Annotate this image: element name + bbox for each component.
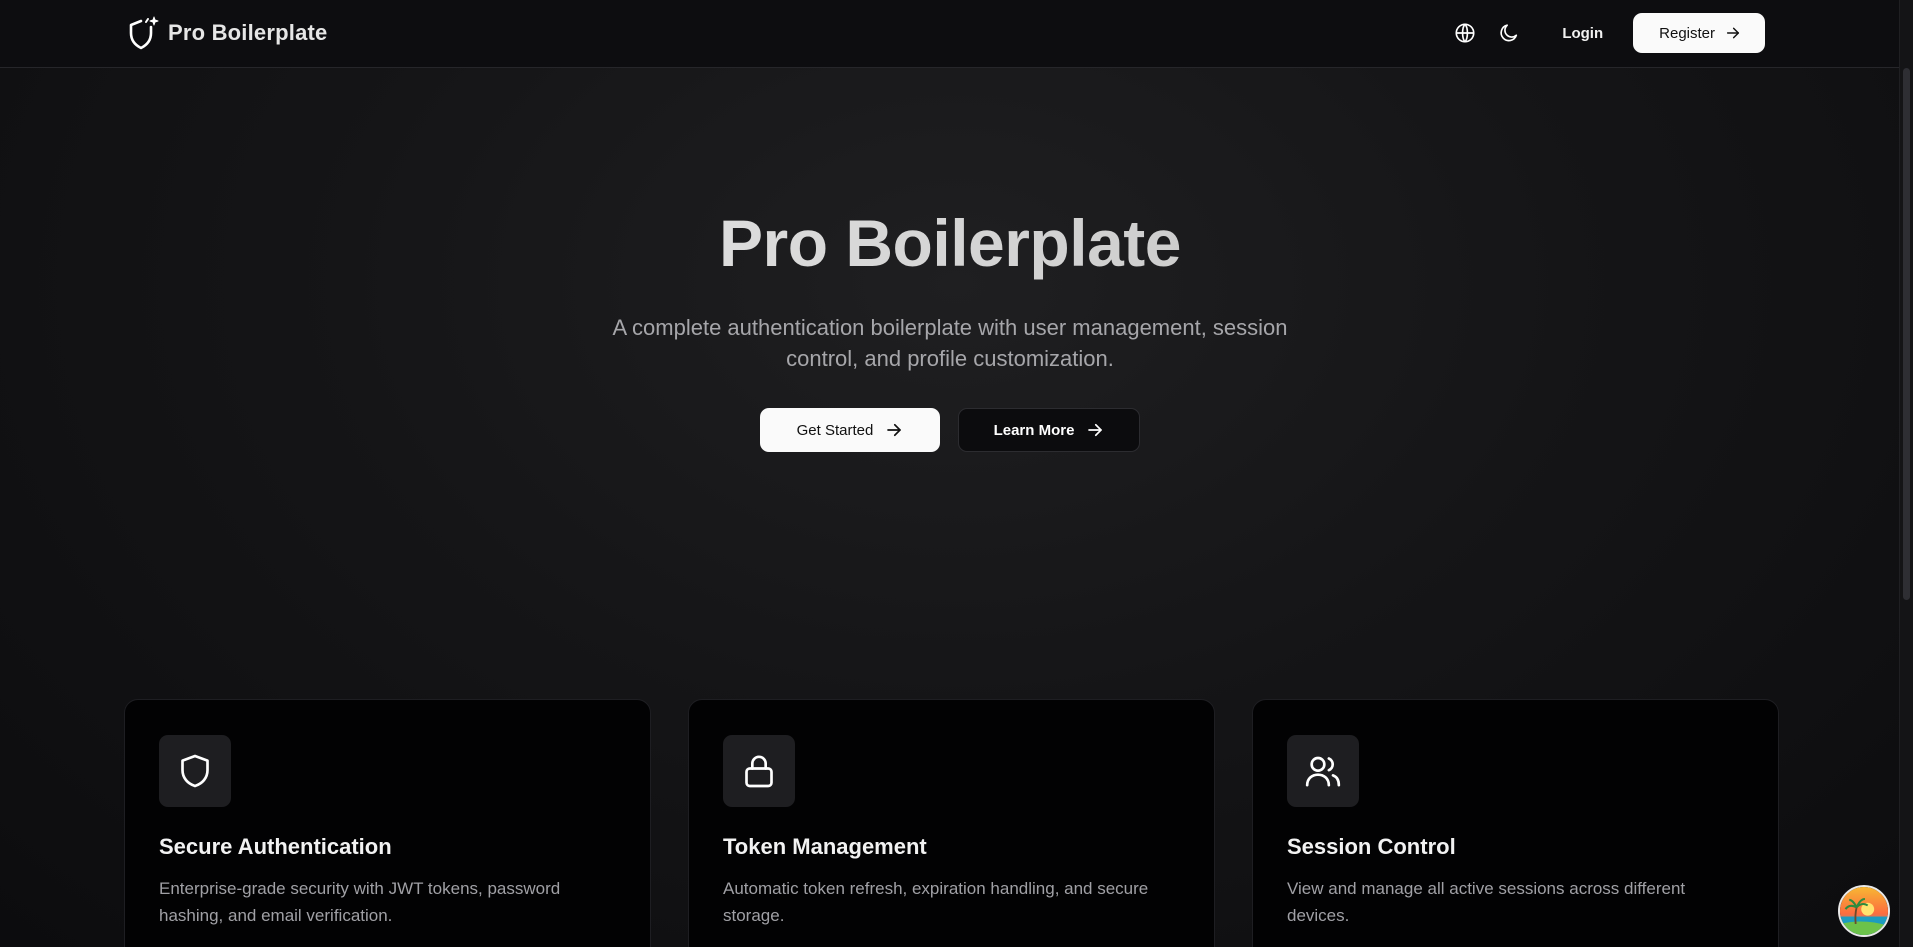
brand-link[interactable]: Pro Boilerplate xyxy=(124,12,327,54)
language-button[interactable] xyxy=(1448,16,1482,50)
floating-assistant-button[interactable] xyxy=(1838,885,1890,937)
users-icon xyxy=(1305,756,1341,787)
feature-title: Session Control xyxy=(1287,834,1456,859)
get-started-label: Get Started xyxy=(796,421,874,439)
feature-card-session-control: Session Control View and manage all acti… xyxy=(1252,699,1779,947)
header-actions: Login Register xyxy=(1448,13,1765,53)
get-started-button[interactable]: Get Started xyxy=(760,408,940,452)
arrow-right-icon xyxy=(1726,27,1740,39)
shield-icon xyxy=(181,754,209,788)
register-button[interactable]: Register xyxy=(1633,13,1765,53)
brand-name: Pro Boilerplate xyxy=(168,20,328,45)
moon-icon xyxy=(1500,24,1518,42)
feature-card-secure-auth: Secure Authentication Enterprise-grade s… xyxy=(124,699,651,947)
feature-description: Automatic token refresh, expiration hand… xyxy=(723,879,1149,925)
feature-description: View and manage all active sessions acro… xyxy=(1287,879,1686,925)
feature-card-token-management: Token Management Automatic token refresh… xyxy=(688,699,1215,947)
theme-toggle-button[interactable] xyxy=(1492,16,1526,50)
features-section: Secure Authentication Enterprise-grade s… xyxy=(124,699,1779,947)
feature-title: Secure Authentication xyxy=(159,834,392,859)
arrow-right-icon xyxy=(887,423,902,437)
hero-title: Pro Boilerplate xyxy=(0,205,1900,281)
beach-avatar-icon xyxy=(1840,887,1888,935)
landing-page: Pro Boilerplate Login Register Pro Boile… xyxy=(0,0,1913,947)
hero-actions: Get Started Learn More xyxy=(0,408,1900,452)
globe-icon xyxy=(1455,23,1475,43)
feature-description: Enterprise-grade security with JWT token… xyxy=(159,879,561,925)
arrow-right-icon xyxy=(1088,423,1103,437)
feature-icon-box xyxy=(159,735,231,807)
login-link[interactable]: Login xyxy=(1546,17,1619,50)
register-label: Register xyxy=(1659,24,1715,42)
learn-more-button[interactable]: Learn More xyxy=(958,408,1140,452)
feature-icon-box xyxy=(723,735,795,807)
learn-more-label: Learn More xyxy=(993,421,1075,439)
shield-sparkle-icon xyxy=(129,16,159,50)
feature-title: Token Management xyxy=(723,834,927,859)
page-scrollbar[interactable] xyxy=(1899,0,1913,947)
top-navbar: Pro Boilerplate Login Register xyxy=(0,0,1900,68)
lock-icon xyxy=(745,755,773,788)
hero-subtitle: A complete authentication boilerplate wi… xyxy=(612,315,1288,371)
scrollbar-thumb[interactable] xyxy=(1903,68,1910,600)
feature-icon-box xyxy=(1287,735,1359,807)
